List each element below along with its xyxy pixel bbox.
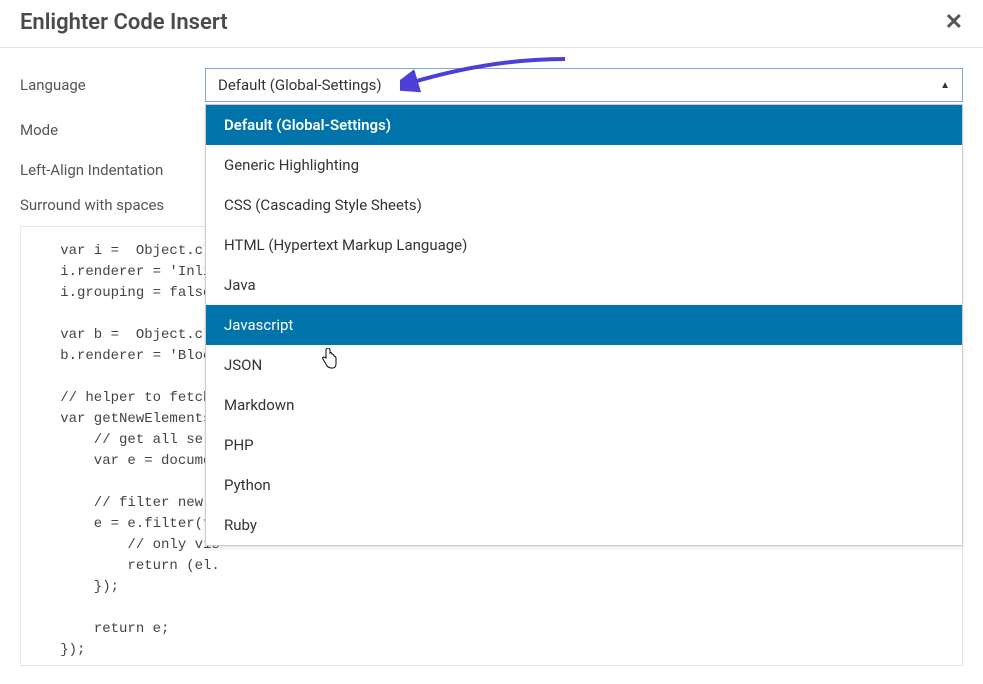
language-option[interactable]: Default (Global-Settings): [206, 105, 962, 145]
left-align-label: Left-Align Indentation: [20, 161, 205, 179]
modal-body: Language Default (Global-Settings) ▲ Mod…: [0, 48, 983, 684]
language-option[interactable]: JSON: [206, 345, 962, 385]
surround-label: Surround with spaces: [20, 196, 205, 214]
close-icon[interactable]: ✕: [945, 10, 963, 35]
language-option[interactable]: Ruby: [206, 505, 962, 545]
language-option[interactable]: PHP: [206, 425, 962, 465]
enlighter-modal: Enlighter Code Insert ✕ Language Default…: [0, 0, 983, 660]
language-option[interactable]: HTML (Hypertext Markup Language): [206, 225, 962, 265]
language-label: Language: [20, 76, 205, 94]
language-select[interactable]: Default (Global-Settings) ▲: [205, 68, 963, 102]
code-content: var i = Object.cl i.renderer = 'Inli i.g…: [35, 243, 220, 658]
language-option[interactable]: Javascript: [206, 305, 962, 345]
modal-header: Enlighter Code Insert ✕: [0, 0, 983, 48]
chevron-down-icon: ▲: [940, 80, 950, 91]
language-option[interactable]: Java: [206, 265, 962, 305]
language-option[interactable]: Shell Script: [206, 545, 962, 546]
language-dropdown[interactable]: Default (Global-Settings)Generic Highlig…: [205, 104, 963, 546]
language-option[interactable]: Python: [206, 465, 962, 505]
language-option[interactable]: Generic Highlighting: [206, 145, 962, 185]
language-option[interactable]: CSS (Cascading Style Sheets): [206, 185, 962, 225]
modal-title: Enlighter Code Insert: [20, 10, 228, 35]
language-row: Language Default (Global-Settings) ▲: [20, 66, 963, 104]
language-select-value: Default (Global-Settings): [218, 76, 382, 94]
mode-label: Mode: [20, 121, 205, 139]
language-option[interactable]: Markdown: [206, 385, 962, 425]
